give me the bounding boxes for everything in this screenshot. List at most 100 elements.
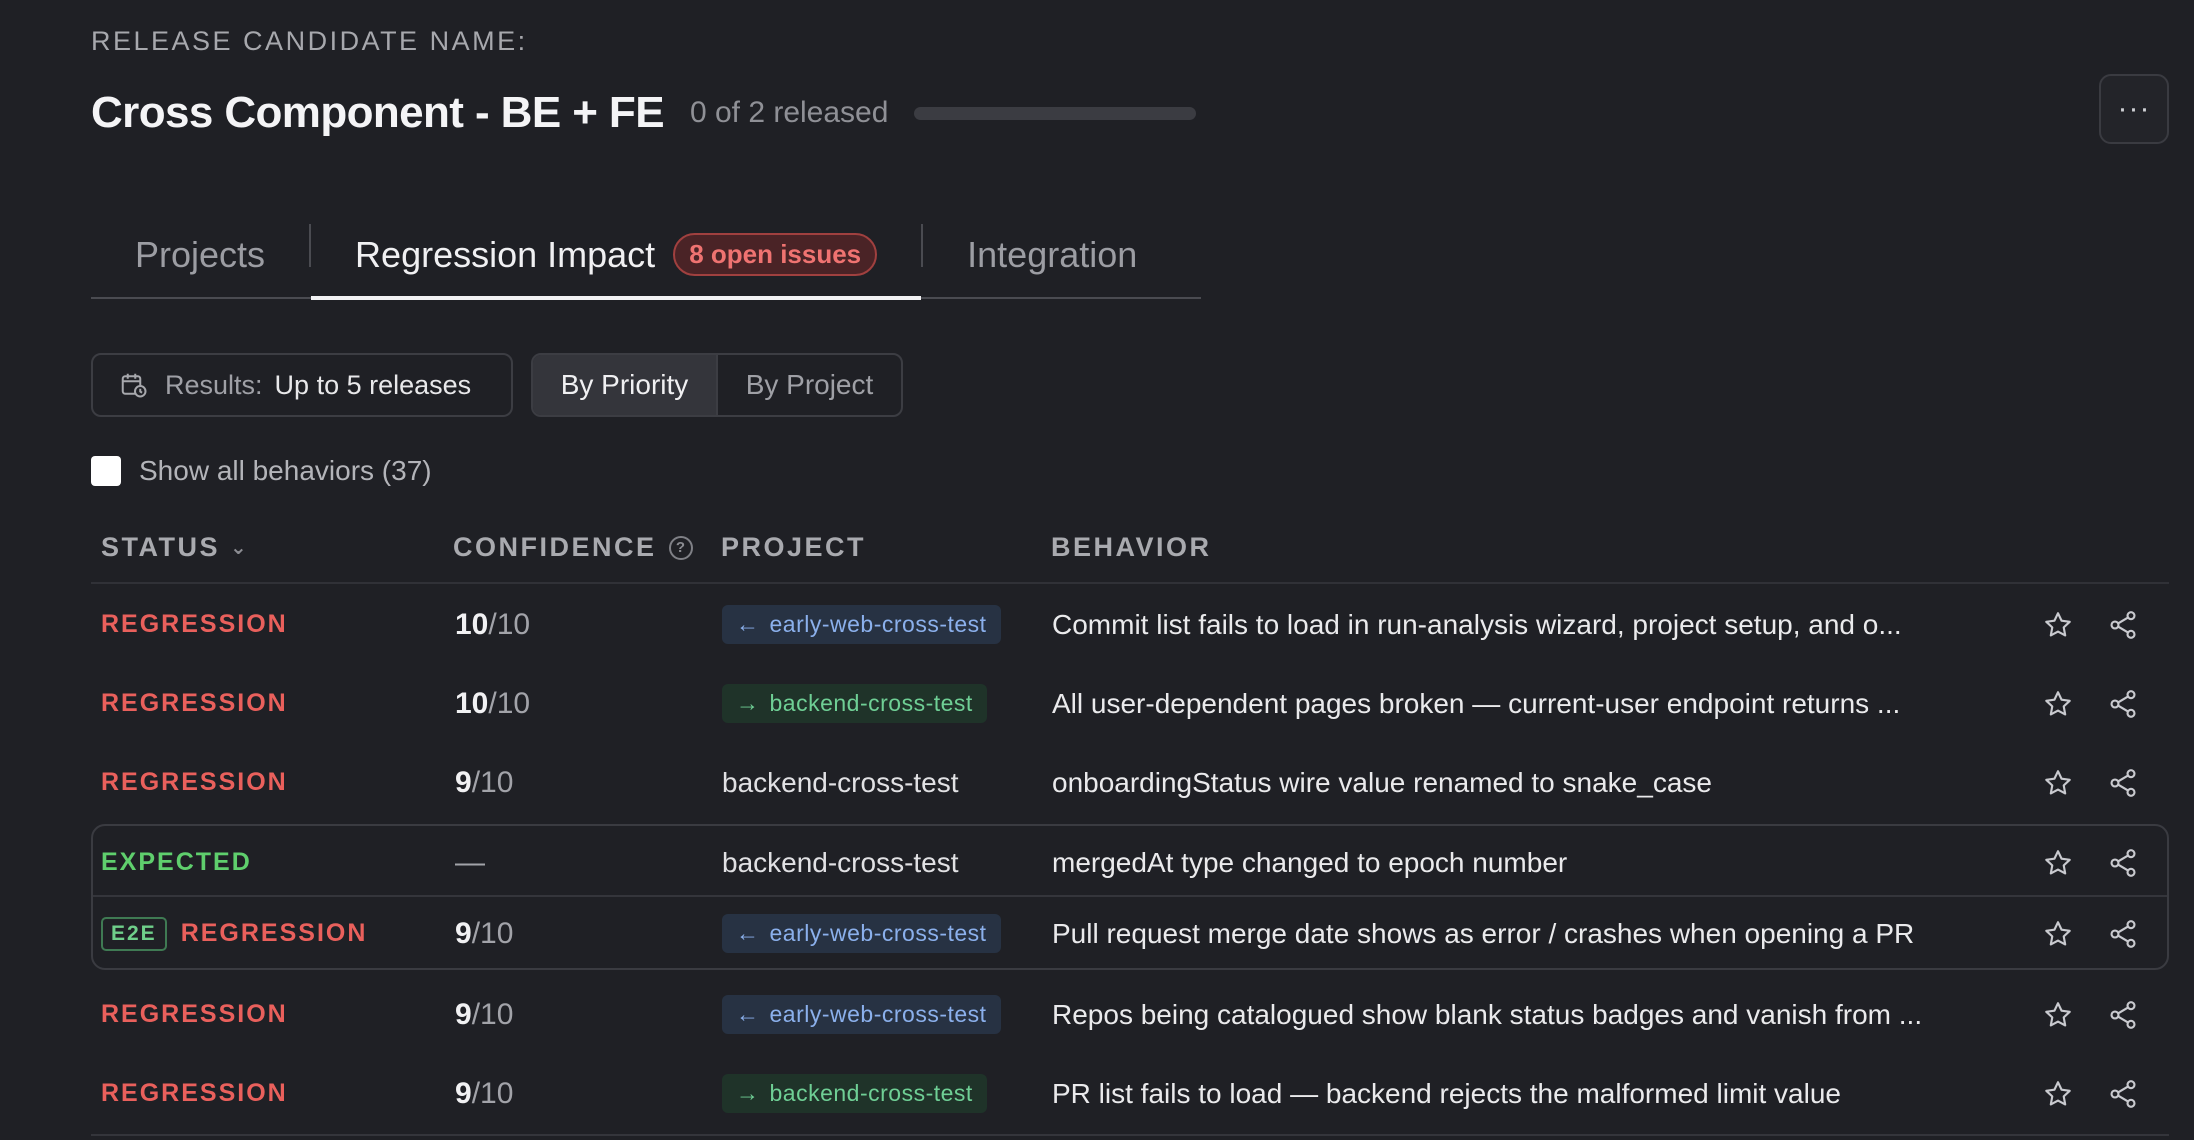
released-count: 0 of 2 released [689, 96, 889, 129]
table-row[interactable]: EXPECTED — backend-cross-test mergedAt type… [91, 823, 2169, 902]
table-row[interactable]: REGRESSION 9/10 → backend-cross-test PR list… [91, 1054, 2169, 1133]
project-cell: ← early-web-cross-test [722, 894, 1001, 973]
chevron-down-icon: ⌄ [230, 537, 247, 559]
help-icon[interactable]: ? [668, 535, 693, 560]
status-cell: REGRESSION [101, 743, 288, 822]
project-tag-label: backend-cross-test [769, 690, 973, 716]
sort-toggle: By Priority By Project [531, 353, 903, 417]
tab-label: Projects [135, 233, 266, 275]
project-tag[interactable]: ← early-web-cross-test [722, 995, 1001, 1034]
confidence-cell: 10/10 [455, 585, 530, 664]
open-issues-badge: 8 open issues [673, 233, 878, 276]
status-label: REGRESSION [101, 689, 288, 717]
status-header-label: STATUS [101, 532, 220, 562]
arrow-left-icon: ← [736, 1001, 760, 1027]
project-tag-label: early-web-cross-test [769, 611, 987, 637]
project-tag[interactable]: → backend-cross-test [722, 1074, 987, 1113]
confidence-denominator: /10 [471, 997, 514, 1031]
project-name: backend-cross-test [722, 846, 959, 878]
confidence-score: — [455, 845, 485, 879]
star-icon[interactable] [2042, 1054, 2074, 1133]
behavior-cell: PR list fails to load — backend rejects … [1052, 1077, 1841, 1109]
ellipsis-icon: ··· [2117, 92, 2151, 125]
confidence-score: 9 [455, 997, 472, 1031]
table-row[interactable]: REGRESSION 10/10 → backend-cross-test All us… [91, 664, 2169, 743]
confidence-cell: 9/10 [455, 975, 513, 1054]
tab-label: Regression Impact [355, 233, 656, 275]
table-header: STATUS ⌄ CONFIDENCE ? PROJECT BEHAVIOR [91, 520, 2169, 584]
status-cell: REGRESSION [101, 975, 288, 1054]
confidence-cell: — [455, 823, 485, 902]
status-column-header[interactable]: STATUS ⌄ [101, 532, 247, 563]
table-bottom-divider [91, 1134, 2169, 1136]
project-cell: backend-cross-test [722, 743, 959, 822]
star-icon[interactable] [2042, 585, 2074, 664]
project-tag-label: early-web-cross-test [769, 920, 987, 946]
release-progress-bar [914, 106, 1197, 120]
share-icon[interactable] [2107, 894, 2139, 973]
share-icon[interactable] [2107, 664, 2139, 743]
confidence-cell: 10/10 [455, 664, 530, 743]
confidence-column-header: CONFIDENCE ? [453, 532, 693, 563]
tab-label: Integration [967, 233, 1138, 275]
results-range-button[interactable]: Results: Up to 5 releases [91, 353, 513, 417]
behavior-cell: All user-dependent pages broken — curren… [1052, 687, 1901, 719]
status-cell: REGRESSION [101, 1054, 288, 1133]
table-row[interactable]: REGRESSION 10/10 ← early-web-cross-test Comm… [91, 585, 2169, 664]
sort-by-priority-button[interactable]: By Priority [533, 355, 718, 415]
project-tag[interactable]: ← early-web-cross-test [722, 914, 1001, 953]
table-row[interactable]: E2E REGRESSION 9/10 ← early-web-cross-test Pu… [91, 894, 2169, 973]
table-row[interactable]: REGRESSION 9/10 ← early-web-cross-test Repos… [91, 975, 2169, 1054]
share-icon[interactable] [2107, 823, 2139, 902]
status-label: REGRESSION [101, 610, 288, 638]
star-icon[interactable] [2042, 894, 2074, 973]
tab-projects[interactable]: Projects [91, 212, 309, 297]
project-cell: → backend-cross-test [722, 1054, 987, 1133]
project-name: backend-cross-test [722, 766, 959, 798]
share-icon[interactable] [2107, 1054, 2139, 1133]
share-icon[interactable] [2107, 975, 2139, 1054]
confidence-cell: 9/10 [455, 1054, 513, 1133]
status-label: REGRESSION [101, 768, 288, 796]
confidence-denominator: /10 [488, 686, 531, 720]
confidence-cell: 9/10 [455, 743, 513, 822]
status-label: EXPECTED [101, 848, 252, 876]
behavior-cell: mergedAt type changed to epoch number [1052, 846, 1568, 878]
confidence-score: 9 [455, 765, 472, 799]
behavior-header-label: BEHAVIOR [1051, 532, 1212, 562]
confidence-header-label: CONFIDENCE [453, 532, 657, 562]
tab-bar: Projects Regression Impact 8 open issues… [91, 212, 1201, 300]
project-cell: ← early-web-cross-test [722, 585, 1001, 664]
star-icon[interactable] [2042, 743, 2074, 822]
share-icon[interactable] [2107, 743, 2139, 822]
star-icon[interactable] [2042, 975, 2074, 1054]
share-icon[interactable] [2107, 585, 2139, 664]
star-icon[interactable] [2042, 823, 2074, 902]
behavior-column-header: BEHAVIOR [1051, 532, 1212, 563]
sort-by-project-button[interactable]: By Project [718, 355, 901, 415]
status-cell: E2E REGRESSION [101, 894, 367, 973]
tab-regression-impact[interactable]: Regression Impact 8 open issues [311, 212, 922, 300]
e2e-badge: E2E [101, 916, 167, 951]
more-options-button[interactable]: ··· [2099, 74, 2169, 144]
project-tag[interactable]: ← early-web-cross-test [722, 605, 1001, 644]
arrow-right-icon: → [736, 1080, 760, 1106]
project-cell: → backend-cross-test [722, 664, 987, 743]
status-cell: REGRESSION [101, 664, 288, 743]
confidence-score: 9 [455, 1076, 472, 1110]
confidence-score: 10 [455, 607, 489, 641]
tab-integration[interactable]: Integration [923, 212, 1181, 297]
title-row: Cross Component - BE + FE 0 of 2 release… [91, 82, 1197, 144]
table-row[interactable]: REGRESSION 9/10 backend-cross-test onboardi… [91, 743, 2169, 822]
confidence-score: 9 [455, 916, 472, 950]
behavior-cell: onboardingStatus wire value renamed to s… [1052, 766, 1712, 798]
show-all-behaviors: Show all behaviors (37) [91, 455, 432, 487]
confidence-cell: 9/10 [455, 894, 513, 973]
status-label: REGRESSION [101, 1079, 288, 1107]
show-all-checkbox[interactable] [91, 456, 121, 486]
behavior-cell: Pull request merge date shows as error /… [1052, 917, 1915, 949]
project-tag-label: early-web-cross-test [769, 1001, 987, 1027]
project-tag[interactable]: → backend-cross-test [722, 684, 987, 723]
confidence-denominator: /10 [488, 607, 531, 641]
star-icon[interactable] [2042, 664, 2074, 743]
